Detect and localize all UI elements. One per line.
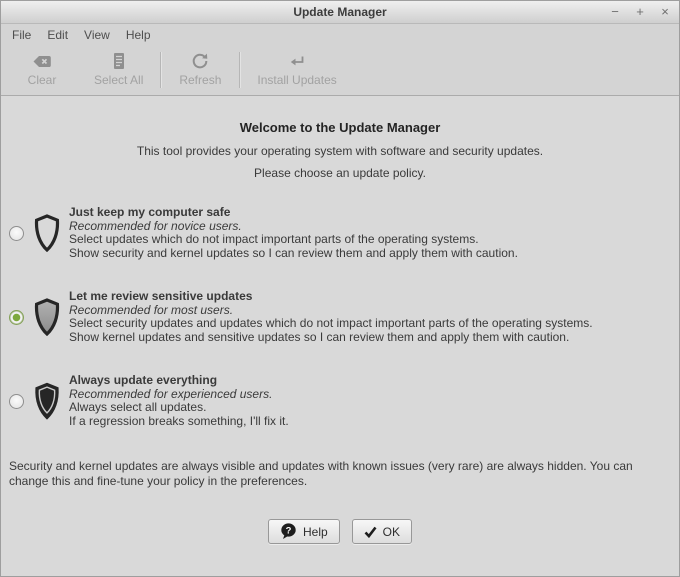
policy-line: Select security updates and updates whic…: [69, 316, 593, 330]
update-policy-options: Just keep my computer safe Recommended f…: [9, 205, 671, 428]
policy-text: Let me review sensitive updates Recommen…: [69, 289, 593, 344]
policy-line: Show security and kernel updates so I ca…: [69, 245, 518, 260]
policy-footnote: Security and kernel updates are always v…: [9, 459, 633, 488]
menu-edit[interactable]: Edit: [39, 26, 76, 44]
refresh-icon: [191, 52, 209, 70]
radio-button[interactable]: [9, 393, 24, 409]
welcome-prompt: Please choose an update policy.: [254, 166, 426, 180]
policy-text: Always update everything Recommended for…: [69, 373, 289, 428]
policy-title: Just keep my computer safe: [69, 205, 231, 219]
install-return-arrow-icon: [288, 52, 306, 70]
shield-gray-icon: [34, 298, 60, 336]
policy-option-review-sensitive[interactable]: Let me review sensitive updates Recommen…: [9, 289, 671, 344]
policy-title: Let me review sensitive updates: [69, 289, 253, 303]
policy-line: Select updates which do not impact impor…: [69, 232, 479, 246]
welcome-subtitle: This tool provides your operating system…: [136, 144, 544, 158]
select-all-document-icon: [111, 52, 127, 70]
window-title: Update Manager: [293, 5, 387, 19]
policy-recommendation: Recommended for experienced users.: [69, 386, 273, 401]
toolbar-separator: [160, 52, 162, 88]
menu-help[interactable]: Help: [118, 26, 159, 44]
welcome-title: Welcome to the Update Manager: [239, 120, 441, 135]
clear-tag-icon: [32, 52, 52, 70]
minimize-button[interactable]: −: [607, 4, 623, 20]
toolbar-separator: [239, 52, 241, 88]
policy-text: Just keep my computer safe Recommended f…: [69, 205, 518, 260]
update-manager-window: Update Manager − + × File Edit View Help…: [0, 0, 680, 577]
ok-button[interactable]: OK: [351, 519, 413, 544]
shield-black-icon: [35, 382, 59, 420]
policy-line: Always select all updates.: [69, 400, 207, 414]
close-button[interactable]: ×: [657, 4, 673, 20]
help-button-label: Help: [302, 524, 328, 539]
menu-view[interactable]: View: [76, 26, 118, 44]
radio-button[interactable]: [9, 309, 24, 325]
menubar: File Edit View Help: [1, 24, 679, 45]
radio-button[interactable]: [9, 225, 24, 241]
content-area: Welcome to the Update Manager This tool …: [1, 96, 679, 576]
checkmark-icon: [364, 526, 377, 538]
policy-title: Always update everything: [69, 373, 218, 387]
select-all-label: Select All: [94, 73, 144, 87]
menu-file[interactable]: File: [4, 26, 39, 44]
policy-line: Show kernel updates and sensitive update…: [69, 329, 570, 344]
clear-label: Clear: [27, 73, 57, 87]
help-button[interactable]: ? Help: [267, 519, 340, 544]
shield-outline-icon: [34, 214, 60, 252]
policy-line: If a regression breaks something, I'll f…: [69, 413, 289, 428]
window-controls: − + ×: [607, 1, 673, 23]
refresh-button[interactable]: Refresh: [163, 45, 237, 95]
welcome-section: Welcome to the Update Manager This tool …: [9, 120, 671, 180]
titlebar: Update Manager − + ×: [1, 1, 679, 24]
svg-text:?: ?: [286, 525, 292, 536]
policy-recommendation: Recommended for novice users.: [69, 218, 242, 233]
policy-option-safe[interactable]: Just keep my computer safe Recommended f…: [9, 205, 671, 260]
action-buttons: ? Help OK: [9, 519, 671, 544]
select-all-button[interactable]: Select All: [79, 45, 158, 95]
install-updates-button[interactable]: Install Updates: [242, 45, 351, 95]
help-bubble-icon: ?: [280, 523, 297, 540]
policy-option-update-everything[interactable]: Always update everything Recommended for…: [9, 373, 671, 428]
toolbar: Clear Select All Refresh Install Updates: [1, 45, 679, 96]
refresh-label: Refresh: [179, 73, 222, 87]
clear-button[interactable]: Clear: [5, 45, 79, 95]
ok-button-label: OK: [382, 524, 401, 539]
policy-recommendation: Recommended for most users.: [69, 302, 234, 317]
install-updates-label: Install Updates: [257, 73, 337, 87]
maximize-button[interactable]: +: [632, 4, 648, 20]
